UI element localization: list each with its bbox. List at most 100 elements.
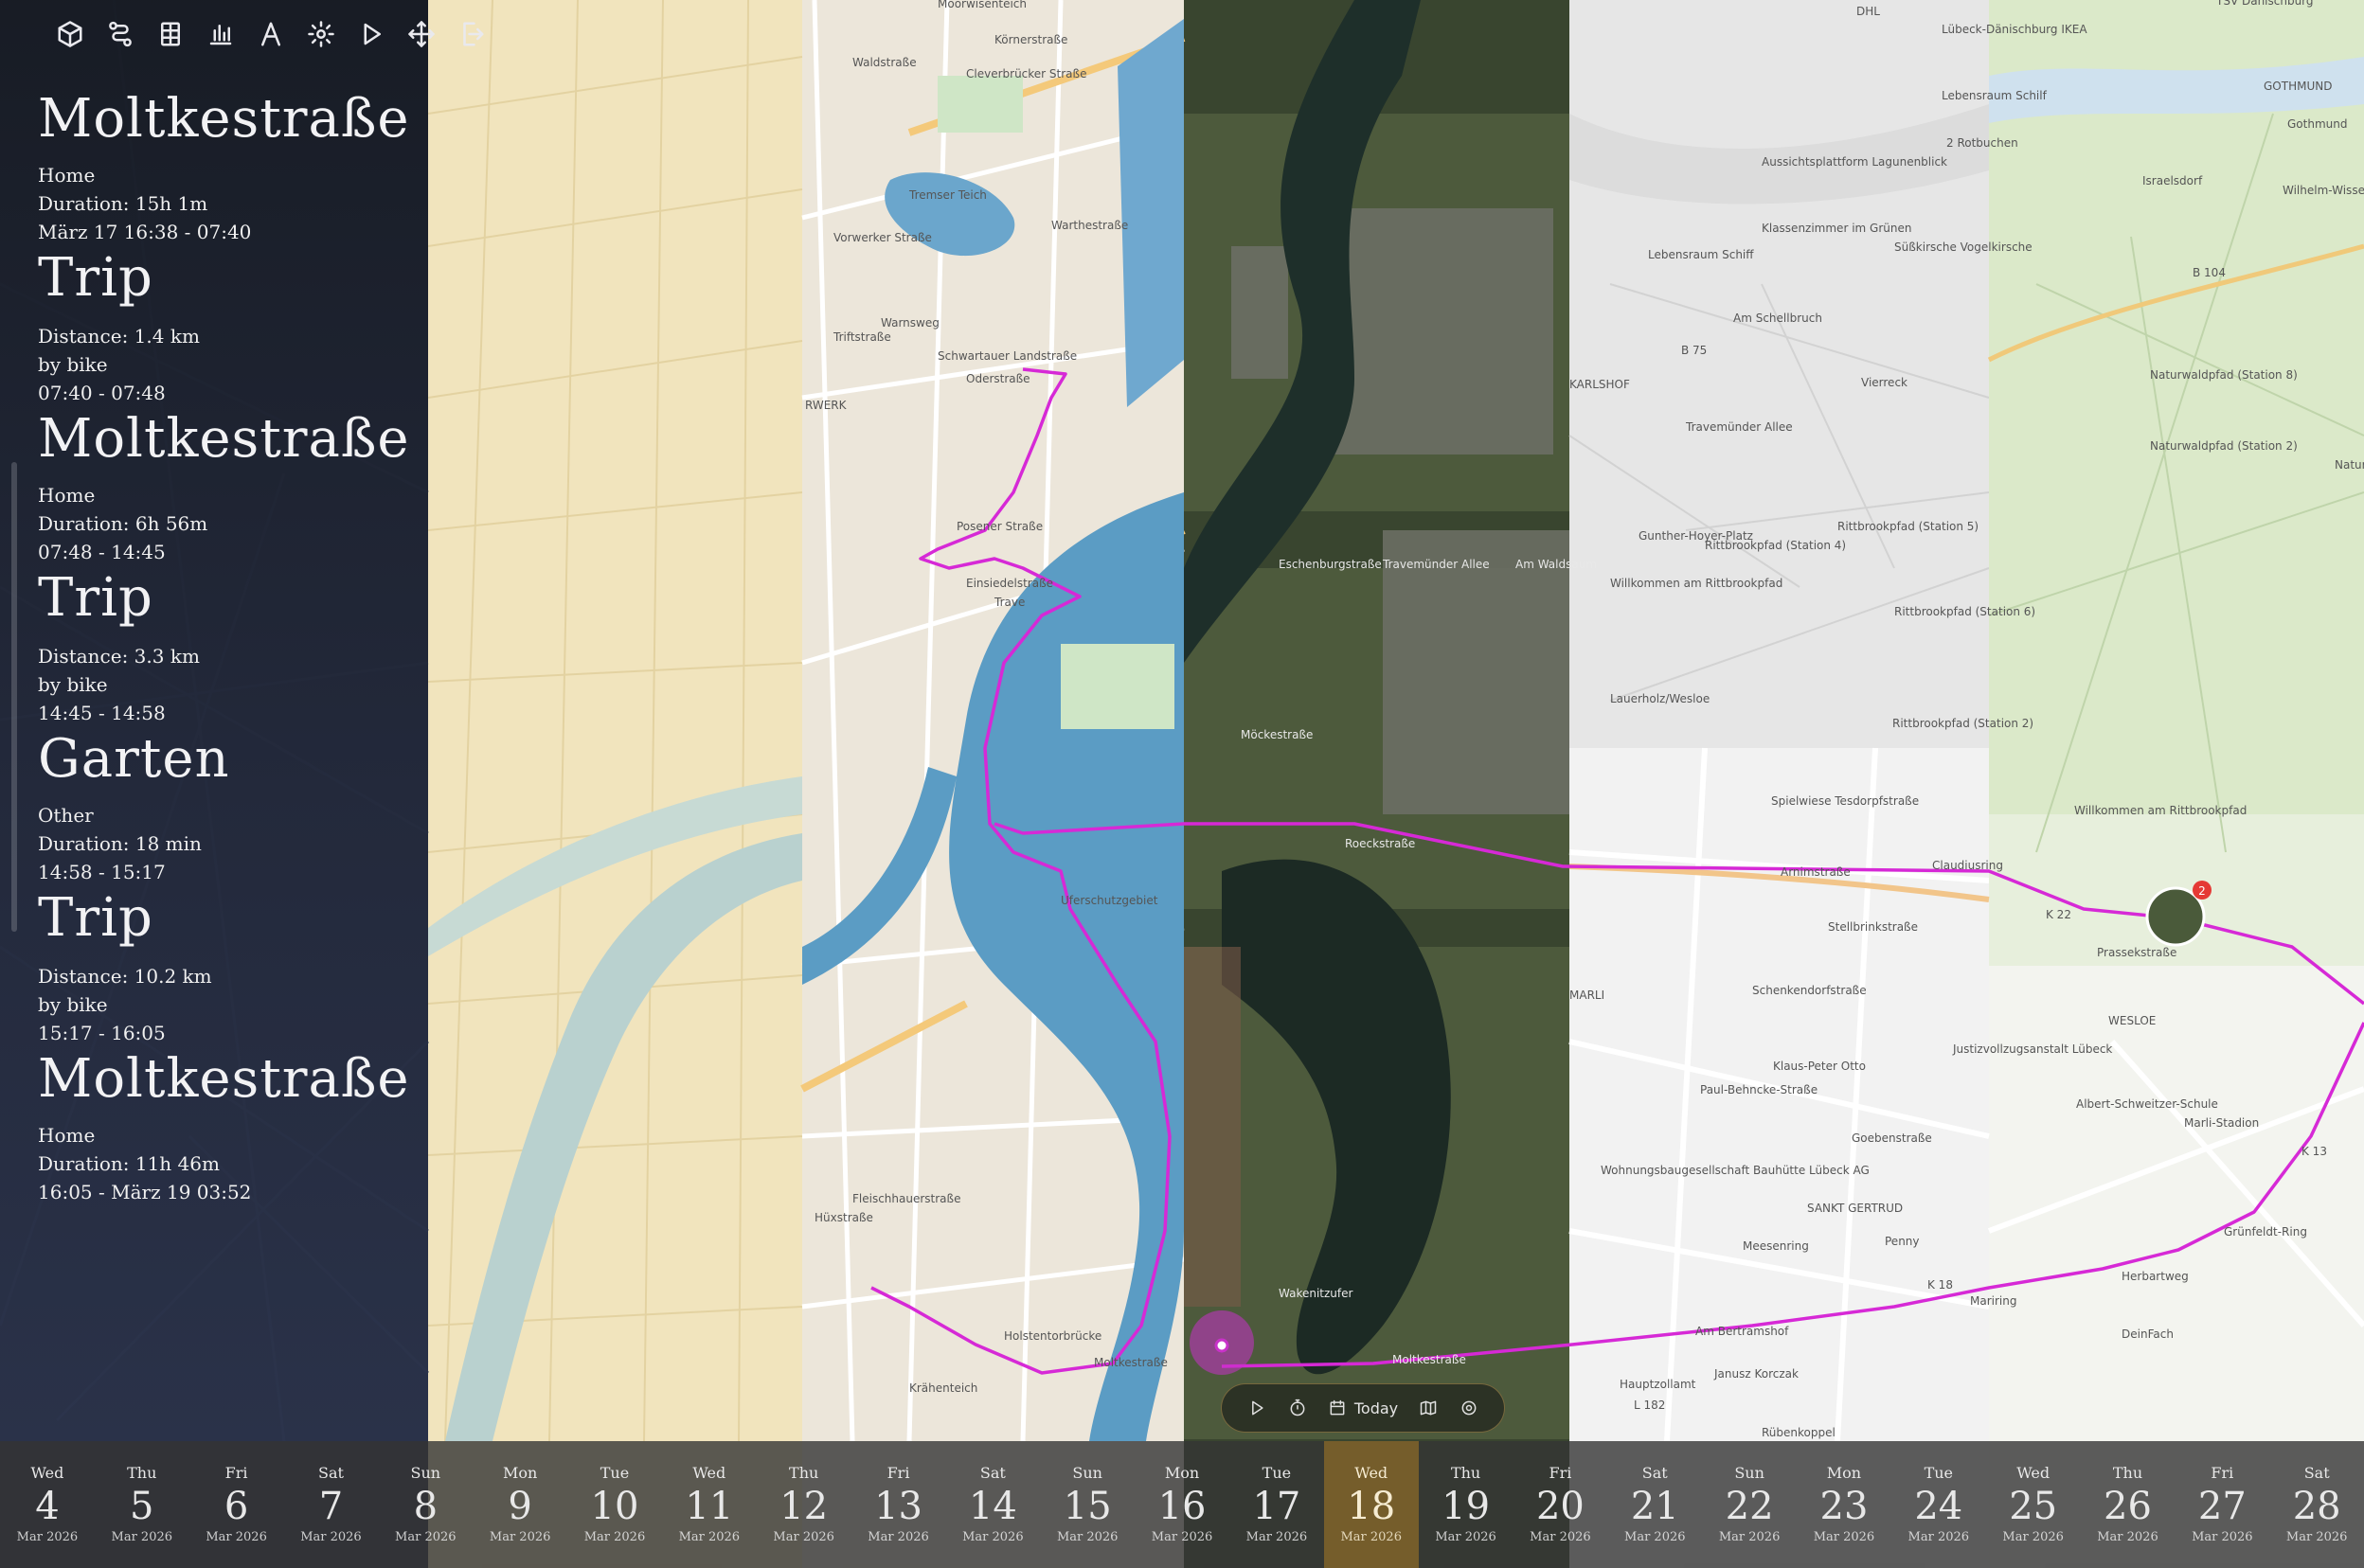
- map-label: Meesenring: [1743, 1239, 1809, 1253]
- map-label: Krähenteich: [909, 1381, 977, 1395]
- map-label: Waldstraße: [852, 56, 917, 69]
- map-layers-button[interactable]: [1419, 1399, 1438, 1417]
- entry-detail: Duration: 18 min: [38, 832, 202, 855]
- day-cell[interactable]: Mon 16 Mar 2026: [1135, 1441, 1229, 1568]
- day-cell[interactable]: Sat 21 Mar 2026: [1607, 1441, 1702, 1568]
- day-cell[interactable]: Sun 22 Mar 2026: [1702, 1441, 1797, 1568]
- map-label: Süßkirsche Vogelkirsche: [1894, 241, 2033, 254]
- play-icon[interactable]: [354, 17, 388, 51]
- map-label: Penny: [1885, 1235, 1920, 1248]
- timeline-trip[interactable]: Trip Distance: 1.4 km by bike 07:40 - 07:48: [38, 246, 417, 407]
- day-weekday: Wed: [30, 1464, 64, 1482]
- map-label: Gothmund: [2287, 117, 2347, 131]
- map-label: Marli-Stadion: [2184, 1116, 2259, 1130]
- day-cell[interactable]: Thu 26 Mar 2026: [2081, 1441, 2176, 1568]
- map-settings-button[interactable]: [1460, 1399, 1478, 1417]
- route-icon[interactable]: [103, 17, 137, 51]
- day-number: 24: [1914, 1485, 1963, 1528]
- day-number: 28: [2292, 1485, 2341, 1528]
- move-icon[interactable]: [404, 17, 439, 51]
- day-month: Mar 2026: [395, 1530, 457, 1544]
- entry-detail: 16:05 - März 19 03:52: [38, 1181, 252, 1203]
- bar-chart-icon[interactable]: [204, 17, 238, 51]
- entry-detail: März 17 16:38 - 07:40: [38, 221, 252, 243]
- map-label: Justizvollzugsanstalt Lübeck: [1952, 1042, 2112, 1056]
- avatar-badge-count: 2: [2198, 884, 2206, 898]
- map-label: Wilhelm-Wisser-Weg: [2283, 184, 2364, 197]
- timeline-place[interactable]: Moltkestraße Home Duration: 11h 46m 16:05 -…: [38, 1047, 417, 1206]
- timeline-place[interactable]: Moltkestraße Home Duration: 6h 56m 07:48 - …: [38, 407, 417, 566]
- day-month: Mar 2026: [1624, 1530, 1686, 1544]
- day-cell[interactable]: Tue 17 Mar 2026: [1229, 1441, 1324, 1568]
- day-cell[interactable]: Tue 24 Mar 2026: [1891, 1441, 1986, 1568]
- map-label: Holstentorbrücke: [1004, 1329, 1101, 1343]
- day-cell[interactable]: Fri 20 Mar 2026: [1513, 1441, 1608, 1568]
- day-cell[interactable]: Fri 13 Mar 2026: [851, 1441, 946, 1568]
- day-cell[interactable]: Sat 28 Mar 2026: [2269, 1441, 2364, 1568]
- stopwatch-icon: [1290, 1399, 1304, 1417]
- play-button[interactable]: [1247, 1399, 1266, 1417]
- map-label: Uferschutzgebiet: [1061, 894, 1158, 907]
- entry-detail: by bike: [38, 673, 108, 696]
- timeline-trip[interactable]: Trip Distance: 10.2 km by bike 15:17 - 16:0…: [38, 886, 417, 1047]
- timeline-place[interactable]: Garten Other Duration: 18 min 14:58 - 15:17: [38, 727, 417, 886]
- day-weekday: Wed: [1354, 1464, 1388, 1482]
- day-cell[interactable]: Wed 25 Mar 2026: [1986, 1441, 2081, 1568]
- day-cell[interactable]: Mon 23 Mar 2026: [1797, 1441, 1891, 1568]
- day-weekday: Sun: [1072, 1464, 1102, 1482]
- cube-icon[interactable]: [53, 17, 87, 51]
- day-weekday: Fri: [1549, 1464, 1572, 1482]
- day-weekday: Mon: [1164, 1464, 1200, 1482]
- day-number: 14: [968, 1485, 1017, 1528]
- day-cell[interactable]: Sun 15 Mar 2026: [1040, 1441, 1135, 1568]
- map-label: Rittbrookpfad (Station 4): [1705, 539, 1846, 552]
- day-cell[interactable]: Wed 11 Mar 2026: [662, 1441, 757, 1568]
- day-month: Mar 2026: [2285, 1530, 2348, 1544]
- map-label: MARLI: [1569, 989, 1604, 1002]
- logout-icon[interactable]: [455, 17, 489, 51]
- entry-title: Garten: [38, 728, 230, 790]
- timer-button[interactable]: [1288, 1399, 1307, 1417]
- timeline-place[interactable]: Moltkestraße Home Duration: 15h 1m März 17 …: [38, 87, 417, 246]
- entry-title: Trip: [38, 887, 153, 949]
- day-cell[interactable]: Sat 7 Mar 2026: [284, 1441, 379, 1568]
- day-cell[interactable]: Fri 27 Mar 2026: [2175, 1441, 2269, 1568]
- map-label: KARLSHOF: [1569, 378, 1630, 391]
- today-label: Today: [1353, 1399, 1399, 1417]
- map-label: Lübeck-Dänischburg IKEA: [1942, 23, 2087, 36]
- day-cell[interactable]: Sat 14 Mar 2026: [945, 1441, 1040, 1568]
- table-icon[interactable]: [153, 17, 188, 51]
- map-label: Prassekstraße: [2097, 946, 2176, 959]
- day-month: Mar 2026: [1813, 1530, 1875, 1544]
- day-cell[interactable]: Tue 10 Mar 2026: [567, 1441, 662, 1568]
- day-cell[interactable]: Thu 12 Mar 2026: [757, 1441, 851, 1568]
- map-label: RWERK: [805, 399, 848, 412]
- map-label: Vorwerker Straße: [833, 231, 932, 244]
- day-cell[interactable]: Thu 5 Mar 2026: [95, 1441, 189, 1568]
- map-label: Naturwaldpfad (Station 2): [2150, 439, 2298, 453]
- location-dot: [1214, 1338, 1229, 1353]
- day-number: 19: [1442, 1485, 1491, 1528]
- day-cell[interactable]: Thu 19 Mar 2026: [1419, 1441, 1513, 1568]
- settings-icon[interactable]: [304, 17, 338, 51]
- map-label: Spielwiese Tesdorpfstraße: [1771, 794, 1919, 808]
- day-cell[interactable]: Mon 9 Mar 2026: [473, 1441, 567, 1568]
- day-cell[interactable]: Wed 4 Mar 2026: [0, 1441, 95, 1568]
- map-label: Wohnungsbaugesellschaft Bauhütte Lübeck …: [1601, 1164, 1870, 1177]
- day-cell[interactable]: Sun 8 Mar 2026: [378, 1441, 473, 1568]
- day-cell[interactable]: Fri 6 Mar 2026: [189, 1441, 284, 1568]
- entry-detail: 14:58 - 15:17: [38, 861, 166, 883]
- day-cell[interactable]: Wed 18 Mar 2026: [1323, 1441, 1419, 1568]
- timeline-trip[interactable]: Trip Distance: 3.3 km by bike 14:45 - 14:58: [38, 566, 417, 727]
- map-control-bar: Today: [1221, 1383, 1505, 1433]
- day-weekday: Sun: [1734, 1464, 1764, 1482]
- timeline-scrollbar[interactable]: [11, 462, 17, 932]
- map-label: Albert-Schweitzer-Schule: [2076, 1097, 2218, 1111]
- font-icon[interactable]: [254, 17, 288, 51]
- entry-detail: Duration: 6h 56m: [38, 512, 208, 535]
- map-label: Lauerholz/Wesloe: [1610, 692, 1710, 705]
- day-weekday: Mon: [1826, 1464, 1862, 1482]
- map-label: Schwartauer Landstraße: [938, 349, 1077, 363]
- entry-detail: Distance: 3.3 km: [38, 645, 200, 668]
- today-button[interactable]: Today: [1328, 1399, 1398, 1417]
